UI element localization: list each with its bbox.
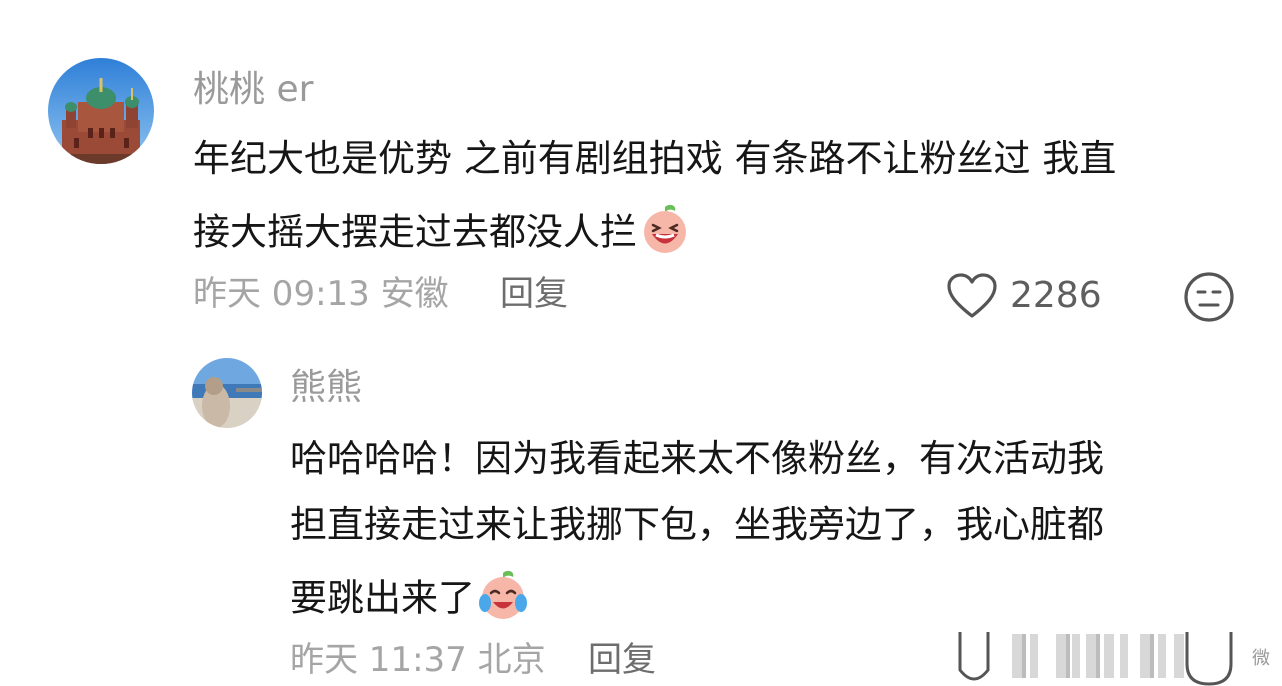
watermark-text: 微博 bbox=[1252, 648, 1270, 669]
reply-like-button[interactable] bbox=[954, 630, 994, 686]
user-avatar[interactable] bbox=[48, 58, 154, 164]
comment-text-line-2: 接大摇大摆走过去都没人拦 bbox=[193, 203, 691, 265]
heart-icon bbox=[958, 632, 990, 681]
comment-text-line-1: 年纪大也是优势 之前有剧组拍戏 有条路不让粉丝过 我直 bbox=[193, 137, 1117, 180]
lakeside-photo bbox=[192, 358, 262, 428]
crying-laughing-peach-emoji bbox=[477, 569, 529, 631]
reply-text-line-1: 哈哈哈哈！因为我看起来太不像粉丝，有次活动我 bbox=[290, 437, 1104, 480]
like-count: 2286 bbox=[1010, 275, 1102, 316]
reply-timestamp: 昨天 11:37 北京 bbox=[290, 640, 546, 680]
dislike-button[interactable] bbox=[1183, 271, 1235, 327]
reply-text-line-3: 要跳出来了 bbox=[290, 569, 529, 631]
reply-user-avatar[interactable] bbox=[192, 358, 262, 428]
comment-text-line-2-text: 接大摇大摆走过去都没人拦 bbox=[193, 210, 637, 254]
reply-text-line-3-text: 要跳出来了 bbox=[290, 576, 475, 620]
cathedral-photo bbox=[48, 58, 154, 164]
comment-thread: 桃桃 er 年纪大也是优势 之前有剧组拍戏 有条路不让粉丝过 我直 接大摇大摆走… bbox=[0, 0, 1282, 686]
username[interactable]: 桃桃 er bbox=[193, 68, 313, 112]
meh-face-icon bbox=[1184, 272, 1234, 322]
reply-button[interactable]: 回复 bbox=[500, 273, 568, 315]
reply-text-line-2: 担直接走过来让我挪下包，坐我旁边了，我心脏都 bbox=[290, 503, 1104, 546]
reply-username[interactable]: 熊熊 bbox=[290, 366, 362, 410]
reply-reply-button[interactable]: 回复 bbox=[588, 639, 656, 681]
heart-icon bbox=[947, 273, 997, 318]
comment-timestamp: 昨天 09:13 安徽 bbox=[193, 274, 449, 314]
like-button[interactable]: 2286 bbox=[946, 272, 1102, 320]
weibo-watermark: 微博 bbox=[1000, 632, 1282, 682]
laughing-peach-emoji bbox=[639, 203, 691, 265]
